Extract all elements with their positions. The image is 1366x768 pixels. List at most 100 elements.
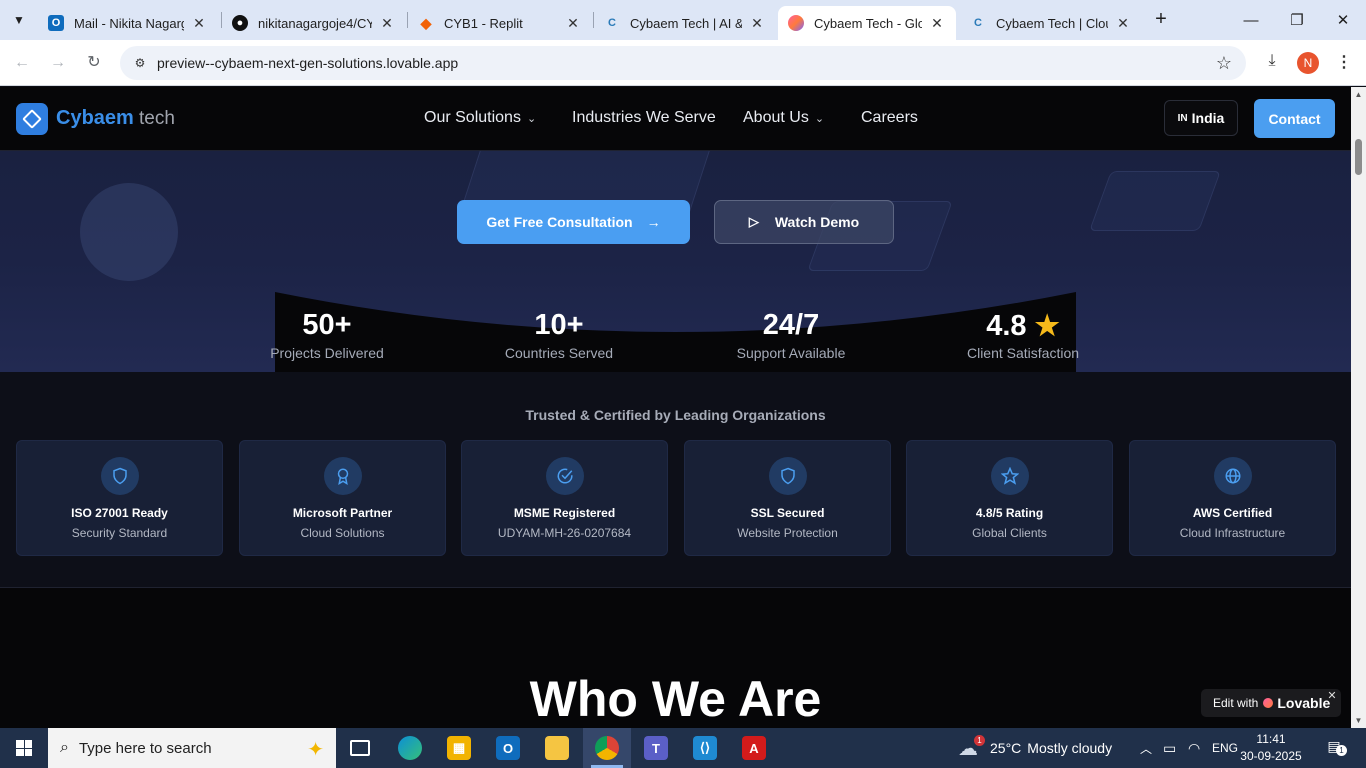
close-tab-icon[interactable]: ✕	[928, 15, 946, 32]
browser-tab[interactable]: O Mail - Nikita Nagargoje ✕	[38, 6, 218, 40]
close-window-button[interactable]: ✕	[1320, 0, 1366, 40]
chevron-down-icon: ⌄	[814, 113, 825, 125]
browser-tab[interactable]: C Cybaem Tech | AI & D ✕	[594, 6, 776, 40]
arrow-right-icon: →	[646, 214, 661, 230]
taskbar-teams[interactable]: T	[632, 728, 680, 768]
scrollbar-thumb[interactable]	[1355, 139, 1362, 175]
taskbar-file-explorer[interactable]	[533, 728, 581, 768]
page-scrollbar[interactable]: ▲ ▼	[1351, 87, 1366, 728]
card-title: MSME Registered	[513, 506, 616, 520]
task-view-icon	[350, 740, 370, 756]
browser-menu-icon[interactable]: ⋮	[1336, 52, 1352, 74]
stat-satisfaction: 4.8 ★ Client Satisfaction	[908, 309, 1138, 361]
task-view-button[interactable]	[336, 728, 384, 768]
taskbar-search[interactable]: ⌕ Type here to search ✦	[48, 728, 336, 768]
logo-icon[interactable]	[16, 103, 48, 135]
lovable-logo-icon	[1263, 698, 1274, 708]
lovable-icon	[788, 15, 804, 31]
forward-button[interactable]: →	[46, 51, 70, 75]
who-we-are-section: Who We Are	[0, 588, 1351, 728]
scroll-up-arrow-icon[interactable]: ▲	[1354, 90, 1363, 99]
nav-careers[interactable]: Careers	[861, 109, 918, 127]
edit-with-lovable-badge[interactable]: Edit with Lovable	[1201, 689, 1341, 717]
card-subtitle: Website Protection	[737, 526, 838, 540]
teams-icon: T	[644, 736, 668, 760]
url-text[interactable]: preview--cybaem-next-gen-solutions.lovab…	[157, 55, 458, 71]
close-tab-icon[interactable]: ✕	[1114, 15, 1132, 32]
globe-icon	[1214, 457, 1252, 495]
stat-label: Client Satisfaction	[966, 345, 1080, 361]
play-icon: ▷	[748, 214, 759, 229]
cert-card: 4.8/5 Rating Global Clients	[906, 440, 1113, 556]
close-tab-icon[interactable]: ✕	[378, 15, 396, 32]
weather-widget[interactable]: ☁ 1 25°C Mostly cloudy	[958, 728, 1112, 768]
card-subtitle: Cloud Solutions	[300, 526, 385, 540]
contact-button[interactable]: Contact	[1254, 99, 1335, 138]
restore-button[interactable]: ❐	[1274, 0, 1320, 40]
taskbar-outlook[interactable]: O	[484, 728, 532, 768]
stat-value: 4.8 ★	[908, 309, 1138, 343]
region-selector[interactable]: IN India	[1164, 100, 1238, 136]
close-icon[interactable]: ✕	[1326, 690, 1338, 702]
taskbar-acrobat[interactable]: A	[730, 728, 778, 768]
browser-tab[interactable]: C Cybaem Tech | Cloud ✕	[960, 6, 1142, 40]
battery-icon[interactable]: ▭	[1163, 728, 1176, 768]
chrome-icon	[595, 736, 619, 760]
search-placeholder: Type here to search	[78, 739, 212, 757]
decorative-circle	[80, 183, 178, 281]
close-tab-icon[interactable]: ✕	[748, 15, 766, 32]
stat-number: 4.8	[986, 310, 1027, 342]
site-info-icon[interactable]: ⚙	[132, 55, 148, 71]
stat-countries: 10+ Countries Served	[444, 309, 674, 361]
profile-avatar[interactable]: N	[1297, 52, 1319, 74]
logo-name[interactable]: Cybaem	[56, 107, 134, 130]
start-button[interactable]	[0, 728, 48, 768]
new-tab-button[interactable]: +	[1150, 8, 1172, 32]
notification-center-icon[interactable]: ▤ 1	[1322, 738, 1347, 758]
nav-industries[interactable]: Industries We Serve	[572, 109, 716, 127]
taskbar-store[interactable]: ▦	[435, 728, 483, 768]
taskbar-chrome[interactable]	[583, 728, 631, 768]
wifi-icon[interactable]: ◠	[1188, 728, 1200, 768]
close-tab-icon[interactable]: ✕	[564, 15, 582, 32]
get-free-consultation-button[interactable]: Get Free Consultation →	[457, 200, 690, 244]
show-hidden-icons[interactable]: ︿	[1140, 728, 1152, 768]
card-subtitle: Security Standard	[71, 526, 168, 540]
flag-icon: IN	[1177, 112, 1188, 124]
star-icon: ★	[1034, 310, 1060, 341]
scroll-down-arrow-icon[interactable]: ▼	[1354, 716, 1363, 725]
minimize-button[interactable]: —	[1228, 0, 1274, 40]
language-indicator[interactable]: ENG	[1212, 728, 1238, 768]
browser-tab[interactable]: ◆ CYB1 - Replit ✕	[408, 6, 592, 40]
cert-card: ISO 27001 Ready Security Standard	[16, 440, 223, 556]
cert-card: Microsoft Partner Cloud Solutions	[239, 440, 446, 556]
folder-icon	[545, 736, 569, 760]
notification-count: 1	[1336, 745, 1347, 756]
system-clock[interactable]: 11:41 30-09-2025	[1236, 731, 1306, 765]
badge-prefix: Edit with	[1213, 696, 1259, 710]
logo-subtitle[interactable]: tech	[139, 108, 175, 130]
taskbar-edge[interactable]	[386, 728, 434, 768]
address-bar[interactable]: ⚙ preview--cybaem-next-gen-solutions.lov…	[120, 46, 1246, 80]
browser-tab[interactable]: ● nikitanagargoje4/CYB ✕	[222, 6, 406, 40]
watch-demo-button[interactable]: ▷ Watch Demo	[714, 200, 894, 244]
bookmark-star-icon[interactable]: ☆	[1216, 53, 1232, 74]
close-tab-icon[interactable]: ✕	[190, 15, 208, 32]
decorative-device	[1089, 171, 1221, 231]
download-icon[interactable]: ⤓	[1262, 52, 1282, 74]
card-title: 4.8/5 Rating	[975, 506, 1044, 520]
trust-section: Trusted & Certified by Leading Organizat…	[0, 372, 1351, 588]
weather-badge: 1	[974, 735, 985, 746]
nav-about-us[interactable]: About Us ⌄	[743, 109, 824, 127]
stat-support: 24/7 Support Available	[676, 309, 906, 361]
reload-button[interactable]: ↻	[82, 51, 106, 75]
search-icon: ⌕	[60, 739, 69, 756]
nav-our-solutions[interactable]: Our Solutions ⌄	[424, 109, 536, 127]
tab-search-button[interactable]: ▼	[6, 8, 32, 32]
taskbar-vscode[interactable]: ⟨⟩	[681, 728, 729, 768]
back-button[interactable]: ←	[10, 51, 34, 75]
stat-label: Projects Delivered	[270, 345, 384, 361]
sparkle-icon: ✦	[307, 739, 324, 761]
browser-tab-active[interactable]: Cybaem Tech - Global ✕	[778, 6, 956, 40]
check-circle-icon	[546, 457, 584, 495]
